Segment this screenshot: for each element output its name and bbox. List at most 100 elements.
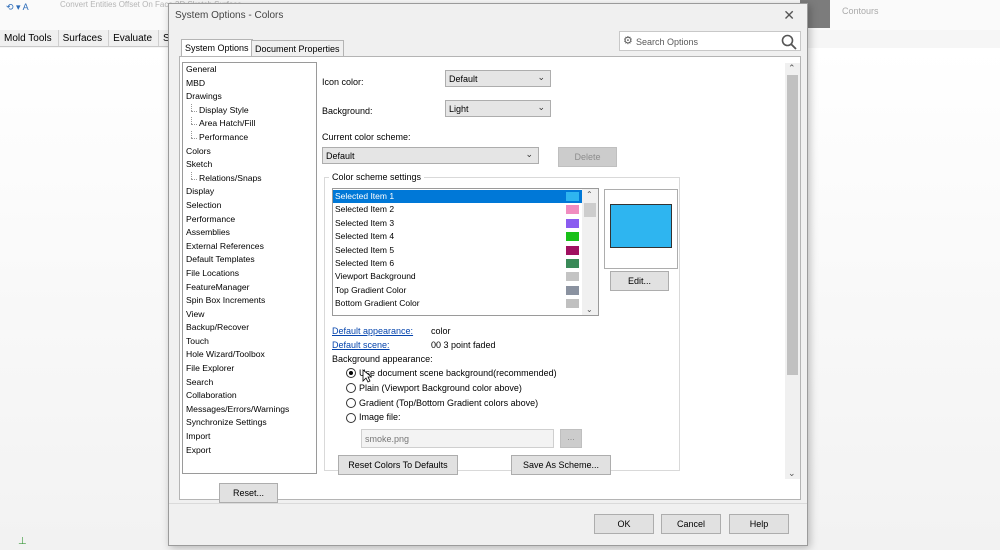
color-scheme-list[interactable]: Bottom Gradient Color Top Gradient Color V… xyxy=(332,188,599,316)
tree-item[interactable]: Backup/Recover xyxy=(183,321,316,335)
contours-label[interactable]: Contours xyxy=(842,6,879,16)
search-options-box[interactable]: ⚙ Search Options xyxy=(619,31,801,51)
color-swatch xyxy=(566,232,579,242)
scheme-list-item[interactable]: Viewport Background xyxy=(333,270,583,283)
tree-item[interactable]: Spin Box Increments xyxy=(183,294,316,308)
radio-image-file[interactable] xyxy=(346,413,356,423)
tree-item[interactable]: Default Templates xyxy=(183,253,316,267)
chevron-up-icon[interactable]: ⌃ xyxy=(586,190,593,199)
scheme-list-item[interactable]: Top Gradient Color xyxy=(333,284,583,297)
save-as-scheme-button[interactable]: Save As Scheme... xyxy=(511,455,611,475)
tab-document-properties[interactable]: Document Properties xyxy=(251,40,344,56)
reset-button[interactable]: Reset... xyxy=(219,483,278,503)
tree-item[interactable]: Assemblies xyxy=(183,226,316,240)
chevron-up-icon[interactable]: ⌃ xyxy=(788,63,796,74)
radio-document-scene[interactable] xyxy=(346,368,356,378)
tree-item[interactable]: Drawings xyxy=(183,90,316,104)
tree-item[interactable]: Relations/Snaps xyxy=(183,171,316,186)
scheme-item-label: Selected Item 1 xyxy=(335,191,395,201)
tree-item[interactable]: Colors xyxy=(183,145,316,159)
image-file-field[interactable]: smoke.png xyxy=(361,429,554,448)
radio-gradient[interactable] xyxy=(346,398,356,408)
scheme-list-item[interactable]: Selected Item 5 xyxy=(333,244,583,257)
tree-item[interactable]: File Explorer xyxy=(183,362,316,376)
tree-item[interactable]: Selection xyxy=(183,199,316,213)
tree-item[interactable]: Export xyxy=(183,444,316,458)
tab-mold-tools[interactable]: Mold Tools xyxy=(0,30,59,46)
help-button[interactable]: Help xyxy=(729,514,789,534)
panel-scroll-thumb[interactable] xyxy=(787,75,798,375)
color-swatch xyxy=(566,272,579,282)
list-scrollbar[interactable]: ⌃ ⌄ xyxy=(582,189,598,315)
background-dropdown[interactable]: Light ⌄ xyxy=(445,100,551,117)
scheme-list-item[interactable]: Selected Item 2 xyxy=(333,203,583,216)
tree-item[interactable]: Import xyxy=(183,430,316,444)
color-swatch xyxy=(566,192,579,201)
tree-item[interactable]: Performance xyxy=(183,213,316,227)
command-manager-tabs: Mold Tools Surfaces Evaluate S xyxy=(0,30,177,47)
reset-colors-button[interactable]: Reset Colors To Defaults xyxy=(338,455,458,475)
axis-triad-icon: ⊥ xyxy=(18,536,27,547)
scheme-item-label: Selected Item 2 xyxy=(335,204,395,215)
color-scheme-value: Default xyxy=(326,151,355,161)
tree-item[interactable]: Messages/Errors/Warnings xyxy=(183,403,316,417)
quick-access-icons[interactable]: ⟲ ▾ A xyxy=(6,2,29,13)
cancel-button[interactable]: Cancel xyxy=(661,514,721,534)
tree-item[interactable]: Collaboration xyxy=(183,389,316,403)
tree-item[interactable]: Synchronize Settings xyxy=(183,416,316,430)
scheme-item-label: Top Gradient Color xyxy=(335,284,407,295)
browse-button[interactable]: ... xyxy=(560,429,582,448)
tree-item[interactable]: Performance xyxy=(183,130,316,145)
tab-system-options[interactable]: System Options xyxy=(181,39,253,57)
tab-surfaces[interactable]: Surfaces xyxy=(59,30,110,46)
background-appearance-label: Background appearance: xyxy=(332,354,433,364)
tree-item[interactable]: Touch xyxy=(183,335,316,349)
tree-item[interactable]: Hole Wizard/Toolbox xyxy=(183,348,316,362)
gear-icon[interactable]: ⚙ xyxy=(623,34,633,47)
icon-color-value: Default xyxy=(449,74,478,84)
default-scene-link[interactable]: Default scene: xyxy=(332,340,390,350)
radio-document-scene-label[interactable]: Use document scene background(recommende… xyxy=(359,368,557,378)
tab-evaluate[interactable]: Evaluate xyxy=(109,30,160,46)
scheme-item-label: Selected Item 4 xyxy=(335,231,395,242)
tree-item[interactable]: MBD xyxy=(183,77,316,91)
tree-item[interactable]: View xyxy=(183,308,316,322)
icon-color-dropdown[interactable]: Default ⌄ xyxy=(445,70,551,87)
close-icon[interactable]: ✕ xyxy=(783,7,795,24)
tree-item[interactable]: Area Hatch/Fill xyxy=(183,117,316,131)
delete-button[interactable]: Delete xyxy=(558,147,617,167)
scheme-list-item[interactable]: Selected Item 1 xyxy=(333,190,583,204)
radio-plain-label[interactable]: Plain (Viewport Background color above) xyxy=(359,383,522,393)
default-appearance-link[interactable]: Default appearance: xyxy=(332,326,413,336)
search-input[interactable]: Search Options xyxy=(636,37,698,47)
scheme-list-item[interactable]: Selected Item 4 xyxy=(333,230,583,243)
scheme-list-item[interactable]: Bottom Gradient Color xyxy=(333,297,583,310)
color-preview-swatch xyxy=(610,204,672,248)
options-tree[interactable]: General MBD Drawings Display Style Area Hatc… xyxy=(182,62,317,474)
tree-item[interactable]: Search xyxy=(183,376,316,390)
tree-item[interactable]: General xyxy=(183,63,316,77)
tree-item[interactable]: External References xyxy=(183,240,316,254)
tree-item[interactable]: FeatureManager xyxy=(183,281,316,295)
tree-item[interactable]: File Locations xyxy=(183,267,316,281)
scheme-list-item[interactable]: Selected Item 6 xyxy=(333,257,583,270)
color-swatch xyxy=(566,218,579,228)
ok-button[interactable]: OK xyxy=(594,514,654,534)
radio-plain[interactable] xyxy=(346,383,356,393)
color-scheme-dropdown[interactable]: Default ⌄ xyxy=(322,147,539,164)
scheme-item-label: Bottom Gradient Color xyxy=(335,298,420,309)
chevron-down-icon[interactable]: ⌄ xyxy=(788,468,796,479)
tree-item[interactable]: Sketch xyxy=(183,158,316,172)
tree-item[interactable]: Display xyxy=(183,185,316,199)
dialog-title: System Options - Colors xyxy=(175,10,284,21)
search-icon[interactable] xyxy=(780,33,798,51)
tree-item[interactable]: Display Style xyxy=(183,103,316,118)
radio-image-file-label[interactable]: Image file: xyxy=(359,412,401,422)
scheme-list-item[interactable]: Selected Item 3 xyxy=(333,217,583,230)
edit-button[interactable]: Edit... xyxy=(610,271,669,291)
color-swatch xyxy=(566,299,579,309)
chevron-down-icon[interactable]: ⌄ xyxy=(586,305,593,314)
list-scroll-thumb[interactable] xyxy=(584,203,596,217)
radio-gradient-label[interactable]: Gradient (Top/Bottom Gradient colors abo… xyxy=(359,398,538,408)
panel-scrollbar[interactable]: ⌃ ⌄ xyxy=(785,63,800,479)
